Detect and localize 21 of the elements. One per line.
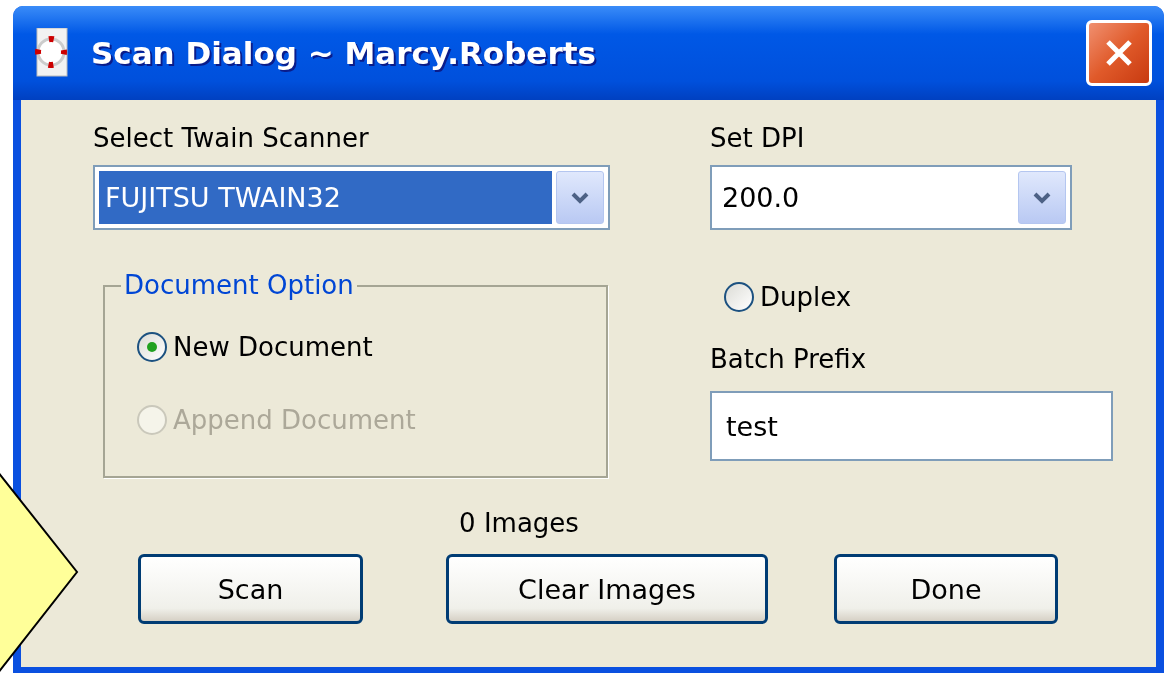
dropdown-button[interactable]	[1018, 171, 1066, 224]
dialog-button[interactable]: Clear Images	[446, 554, 768, 624]
radio-button[interactable]	[137, 332, 167, 362]
dpi-label: Set DPI	[710, 122, 806, 155]
close-button[interactable]	[1086, 20, 1152, 86]
chevron-icon[interactable]	[570, 190, 590, 205]
batch-prefix-label: Batch Prefix	[710, 343, 868, 376]
dialog-button[interactable]: Done	[834, 554, 1058, 624]
scanner-label: Select Twain Scanner	[93, 122, 370, 155]
dpi-dropdown[interactable]: 200.0	[710, 165, 1072, 230]
dropdown-button[interactable]	[556, 171, 604, 224]
dialog-button[interactable]: Scan	[138, 554, 363, 624]
chevron-icon[interactable]	[1032, 190, 1052, 205]
batch-prefix-field[interactable]: test	[710, 391, 1113, 461]
duplex-label[interactable]: Duplex	[760, 282, 852, 312]
radio-label[interactable]: New Document	[173, 332, 373, 362]
window-title: Scan Dialog ~ Marcy.Roberts	[91, 35, 597, 71]
image-count: 0 Images	[459, 508, 579, 538]
close-icon[interactable]	[1104, 38, 1134, 68]
scanner-dropdown[interactable]: FUJITSU TWAIN32	[93, 165, 610, 230]
radio-button[interactable]	[724, 282, 754, 312]
